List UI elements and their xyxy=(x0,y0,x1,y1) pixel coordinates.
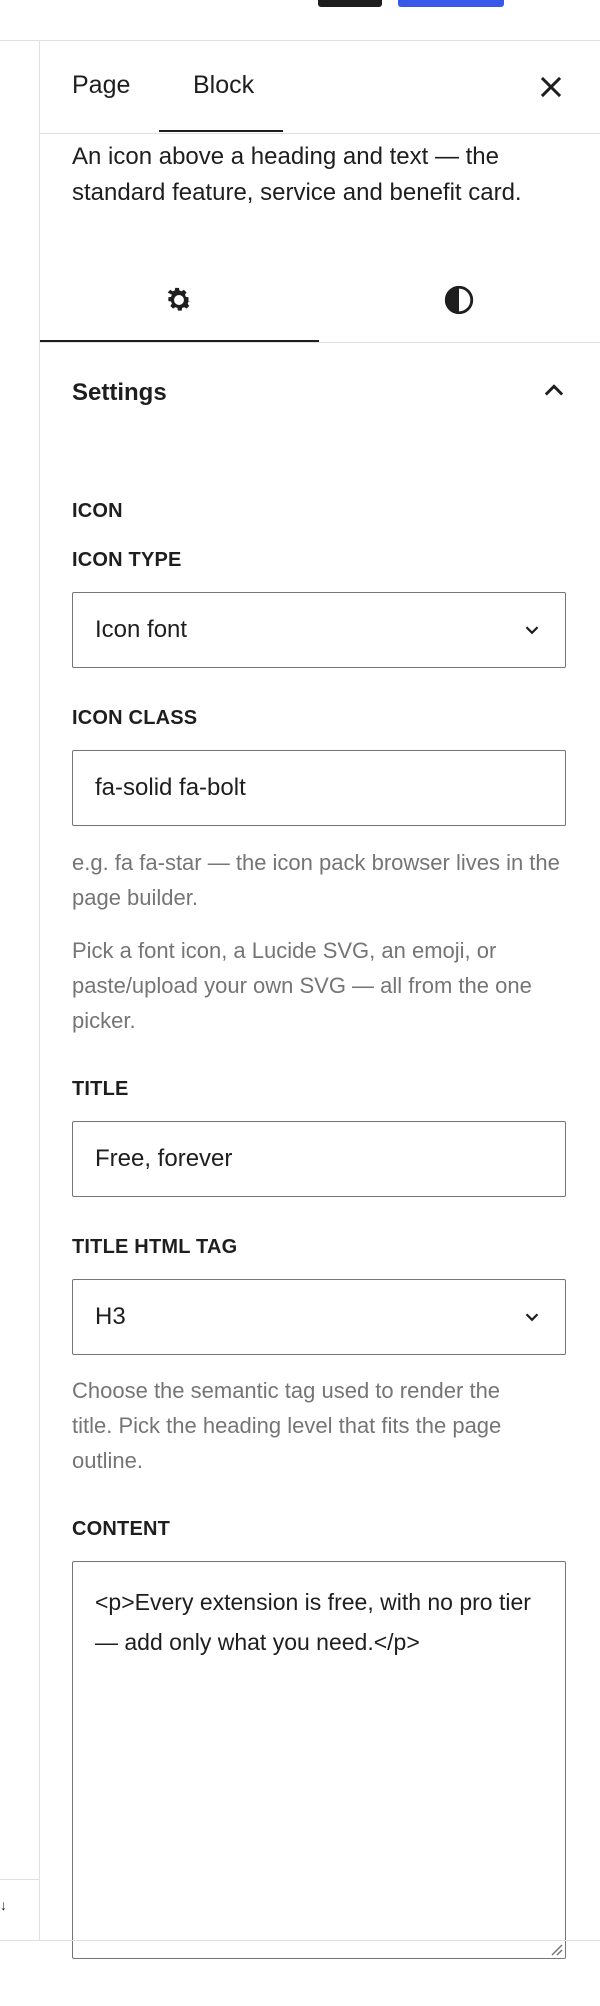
icon-class-value: fa-solid fa-bolt xyxy=(95,774,246,801)
toolbar-primary-button[interactable] xyxy=(398,0,504,7)
chevron-up-icon xyxy=(544,384,564,396)
icon-type-value: Icon font xyxy=(95,616,188,643)
active-tab-indicator xyxy=(159,130,283,132)
inspector-tabs xyxy=(40,258,600,343)
title-tag-select[interactable]: H3 xyxy=(72,1279,566,1355)
panel-title: Settings xyxy=(72,379,167,406)
toolbar-dark-button[interactable] xyxy=(318,0,382,7)
canvas-divider xyxy=(0,1879,39,1880)
settings-panel-toggle[interactable]: Settings xyxy=(72,343,568,435)
tab-block[interactable]: Block xyxy=(193,71,254,100)
settings-sidebar: Page Block An icon above a heading and t… xyxy=(40,41,600,1959)
icon-type-label: ICON TYPE xyxy=(72,549,182,571)
top-toolbar xyxy=(0,0,600,41)
title-input[interactable]: Free, forever xyxy=(72,1121,566,1197)
tab-styles[interactable] xyxy=(320,258,598,342)
close-icon xyxy=(540,76,562,98)
tab-settings[interactable] xyxy=(40,258,318,342)
content-textarea[interactable]: <p>Every extension is free, with no pro … xyxy=(72,1561,566,1959)
content-value: <p>Every extension is free, with no pro … xyxy=(95,1589,538,1655)
title-tag-value: H3 xyxy=(95,1303,126,1330)
active-subtab-indicator xyxy=(40,340,319,342)
chevron-down-icon xyxy=(525,626,539,635)
tab-page[interactable]: Page xyxy=(72,71,130,100)
icon-class-label: ICON CLASS xyxy=(72,707,198,729)
icon-picker-help: Pick a font icon, a Lucide SVG, an emoji… xyxy=(72,938,532,1033)
chevron-down-icon xyxy=(525,1313,539,1322)
block-description: An icon above a heading and text — the s… xyxy=(72,143,522,206)
bottom-divider xyxy=(0,1940,600,1941)
gear-icon xyxy=(167,287,192,311)
title-label: TITLE xyxy=(72,1078,129,1100)
icon-class-help: e.g. fa fa-star — the icon pack browser … xyxy=(72,850,560,910)
title-value: Free, forever xyxy=(95,1145,233,1172)
settings-panel: Settings ICON ICON TYPE Icon font ICON C… xyxy=(72,343,568,1959)
content-label: CONTENT xyxy=(72,1518,171,1540)
contrast-icon xyxy=(444,285,474,315)
title-tag-label: TITLE HTML TAG xyxy=(72,1236,238,1258)
close-button[interactable] xyxy=(533,69,569,105)
icon-type-select[interactable]: Icon font xyxy=(72,592,566,668)
sidebar-tabs: Page Block xyxy=(40,41,600,134)
editor-canvas-edge: ↓ xyxy=(0,41,40,1941)
canvas-caret-icon: ↓ xyxy=(0,1897,7,1913)
title-tag-help: Choose the semantic tag used to render t… xyxy=(72,1378,502,1473)
resize-grip-icon[interactable] xyxy=(547,1940,563,1956)
icon-class-input[interactable]: fa-solid fa-bolt xyxy=(72,750,566,826)
section-label-icon: ICON xyxy=(72,500,123,522)
